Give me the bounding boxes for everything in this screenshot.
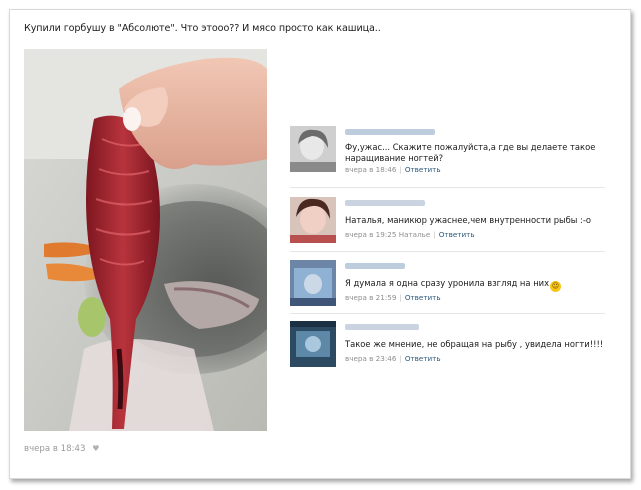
reply-to-name[interactable]: Наталье — [399, 230, 431, 239]
author-name[interactable] — [345, 129, 435, 135]
reply-link[interactable]: Ответить — [405, 293, 441, 302]
comment-text: Фу,ужас... Скажите пожалуйста,а где вы д… — [345, 142, 596, 163]
comment-text: Такое же мнение, не обращая на рыбу , ув… — [345, 339, 604, 349]
avatar[interactable] — [290, 321, 336, 367]
post-timestamp[interactable]: вчера в 18:43 ♥ — [24, 444, 99, 454]
comment-time[interactable]: вчера в 23:46 — [345, 354, 396, 363]
comment-meta: вчера в 21:59 | Ответить — [345, 293, 441, 302]
comment-time[interactable]: вчера в 19:25 — [345, 230, 396, 239]
comment-item: Такое же мнение, не обращая на рыбу , ув… — [290, 321, 610, 377]
post-text: Купили горбушу в "Абсолюте". Что этооо??… — [24, 23, 381, 34]
divider — [290, 187, 605, 188]
comment-meta: вчера в 23:46 | Ответить — [345, 354, 441, 363]
fish-photo-image — [24, 49, 267, 431]
avatar[interactable] — [290, 197, 336, 243]
comment-text: Я думала я одна сразу уронила взгляд на … — [345, 278, 613, 292]
avatar-image — [290, 321, 336, 367]
divider — [290, 251, 605, 252]
comment-text: Наталья, маникюр ужаснее,чем внутренност… — [345, 215, 592, 225]
comment-time[interactable]: вчера в 21:59 — [345, 293, 396, 302]
avatar[interactable] — [290, 260, 336, 306]
comment-text-content: Я думала я одна сразу уронила взгляд на … — [345, 278, 550, 288]
post-time-text: вчера в 18:43 — [24, 444, 86, 454]
comment-item: Я думала я одна сразу уронила взгляд на … — [290, 260, 610, 316]
avatar-image — [290, 197, 336, 243]
comment-item: Фу,ужас... Скажите пожалуйста,а где вы д… — [290, 126, 610, 182]
avatar-image — [290, 126, 336, 172]
heart-icon[interactable]: ♥ — [92, 444, 99, 453]
reply-link[interactable]: Ответить — [439, 230, 475, 239]
comment-item: Наталья, маникюр ужаснее,чем внутренност… — [290, 197, 610, 253]
comment-meta: вчера в 18:46 | Ответить — [345, 165, 441, 174]
author-name[interactable] — [345, 200, 425, 206]
avatar[interactable] — [290, 126, 336, 172]
author-name[interactable] — [345, 324, 419, 330]
divider — [290, 313, 605, 314]
reply-link[interactable]: Ответить — [405, 165, 441, 174]
post-card: Купили горбушу в "Абсолюте". Что этооо??… — [9, 9, 631, 479]
comment-time[interactable]: вчера в 18:46 — [345, 165, 396, 174]
reply-link[interactable]: Ответить — [405, 354, 441, 363]
laughing-emoji-icon: ☺ — [550, 281, 562, 292]
post-photo[interactable] — [24, 49, 267, 431]
comment-meta: вчера в 19:25 Наталье | Ответить — [345, 230, 475, 239]
avatar-image — [290, 260, 336, 306]
author-name[interactable] — [345, 263, 405, 269]
